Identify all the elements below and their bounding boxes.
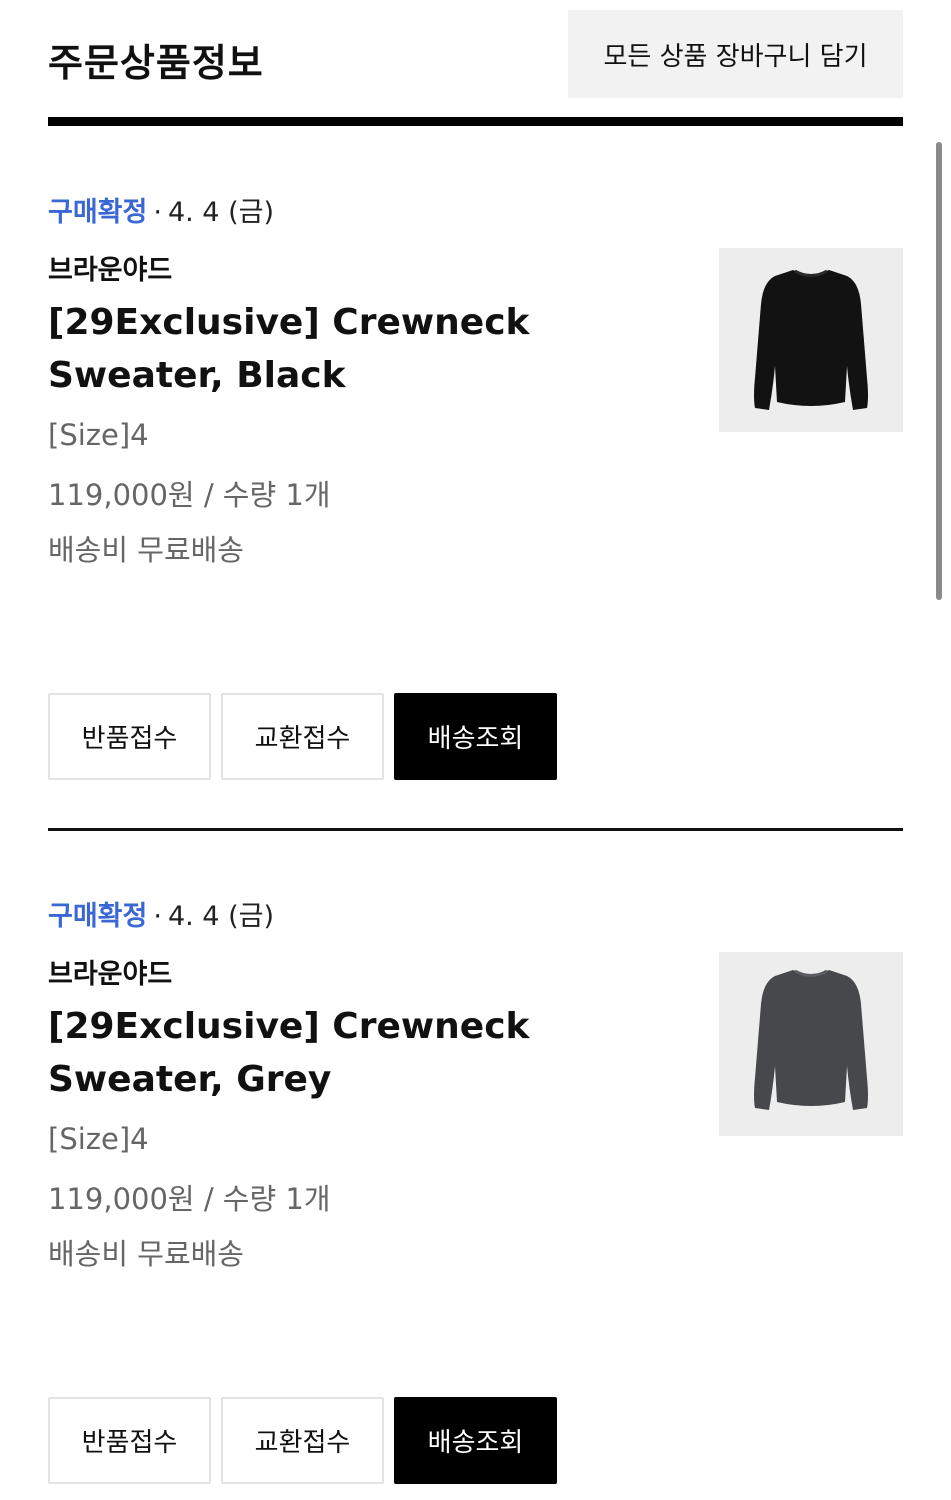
order-date: 4. 4 (금): [167, 197, 274, 228]
order-products-header: 주문상품정보 모든 상품 장바구니 담기: [48, 10, 903, 98]
order-products-page: 주문상품정보 모든 상품 장바구니 담기 구매확정 · 4. 4 (금) 브라운야드…: [0, 0, 951, 1500]
brand-name[interactable]: 브라운야드: [48, 248, 172, 287]
order-item: 구매확정 · 4. 4 (금) 브라운야드 [29Exclusive] Crewne…: [48, 830, 903, 1500]
order-item: 구매확정 · 4. 4 (금) 브라운야드 [29Exclusive] Crewne…: [48, 126, 903, 831]
track-delivery-button[interactable]: 배송조회: [394, 1397, 557, 1484]
exchange-request-button[interactable]: 교환접수: [221, 1397, 384, 1484]
scrollbar[interactable]: [936, 142, 942, 600]
header-divider: [48, 117, 903, 126]
product-name[interactable]: [29Exclusive] Crewneck Sweater, Grey: [48, 1000, 688, 1106]
order-status-line: 구매확정 · 4. 4 (금): [48, 894, 274, 933]
add-all-to-cart-button[interactable]: 모든 상품 장바구니 담기: [568, 10, 903, 98]
page-title: 주문상품정보: [48, 41, 264, 85]
status-separator: ·: [153, 901, 162, 932]
grey-sweater-icon: [754, 969, 868, 1110]
product-thumbnail[interactable]: [719, 952, 903, 1136]
shipping-fee: 배송비 무료배송: [48, 1237, 244, 1271]
return-request-button[interactable]: 반품접수: [48, 693, 211, 780]
return-request-button[interactable]: 반품접수: [48, 1397, 211, 1484]
brand-name[interactable]: 브라운야드: [48, 952, 172, 991]
black-sweater-icon: [754, 269, 868, 410]
product-option: [Size]4: [48, 1122, 149, 1156]
product-option: [Size]4: [48, 418, 149, 452]
shipping-fee: 배송비 무료배송: [48, 533, 244, 567]
exchange-request-button[interactable]: 교환접수: [221, 693, 384, 780]
price-quantity: 119,000원 / 수량 1개: [48, 1182, 331, 1216]
purchase-status: 구매확정: [48, 901, 148, 932]
product-name[interactable]: [29Exclusive] Crewneck Sweater, Black: [48, 296, 688, 402]
price-quantity: 119,000원 / 수량 1개: [48, 478, 331, 512]
status-separator: ·: [153, 197, 162, 228]
track-delivery-button[interactable]: 배송조회: [394, 693, 557, 780]
purchase-status: 구매확정: [48, 197, 148, 228]
order-date: 4. 4 (금): [167, 901, 274, 932]
product-thumbnail[interactable]: [719, 248, 903, 432]
order-status-line: 구매확정 · 4. 4 (금): [48, 190, 274, 229]
